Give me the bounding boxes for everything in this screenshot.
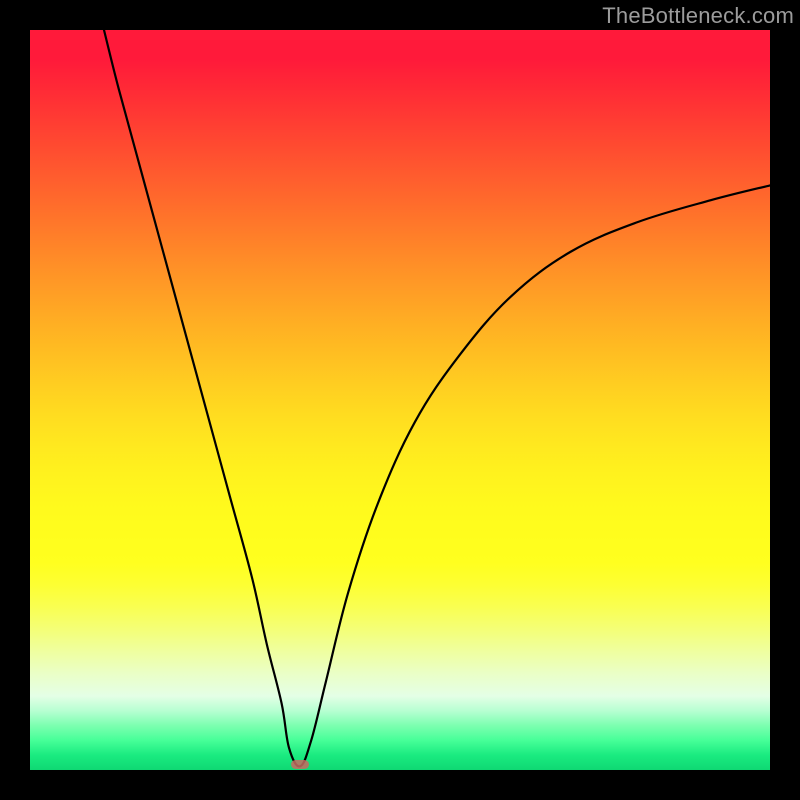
curve-svg bbox=[30, 30, 770, 770]
vertex-marker bbox=[291, 760, 309, 769]
chart-frame: TheBottleneck.com bbox=[0, 0, 800, 800]
bottleneck-curve bbox=[104, 30, 770, 766]
plot-area bbox=[30, 30, 770, 770]
watermark-text: TheBottleneck.com bbox=[602, 3, 794, 29]
